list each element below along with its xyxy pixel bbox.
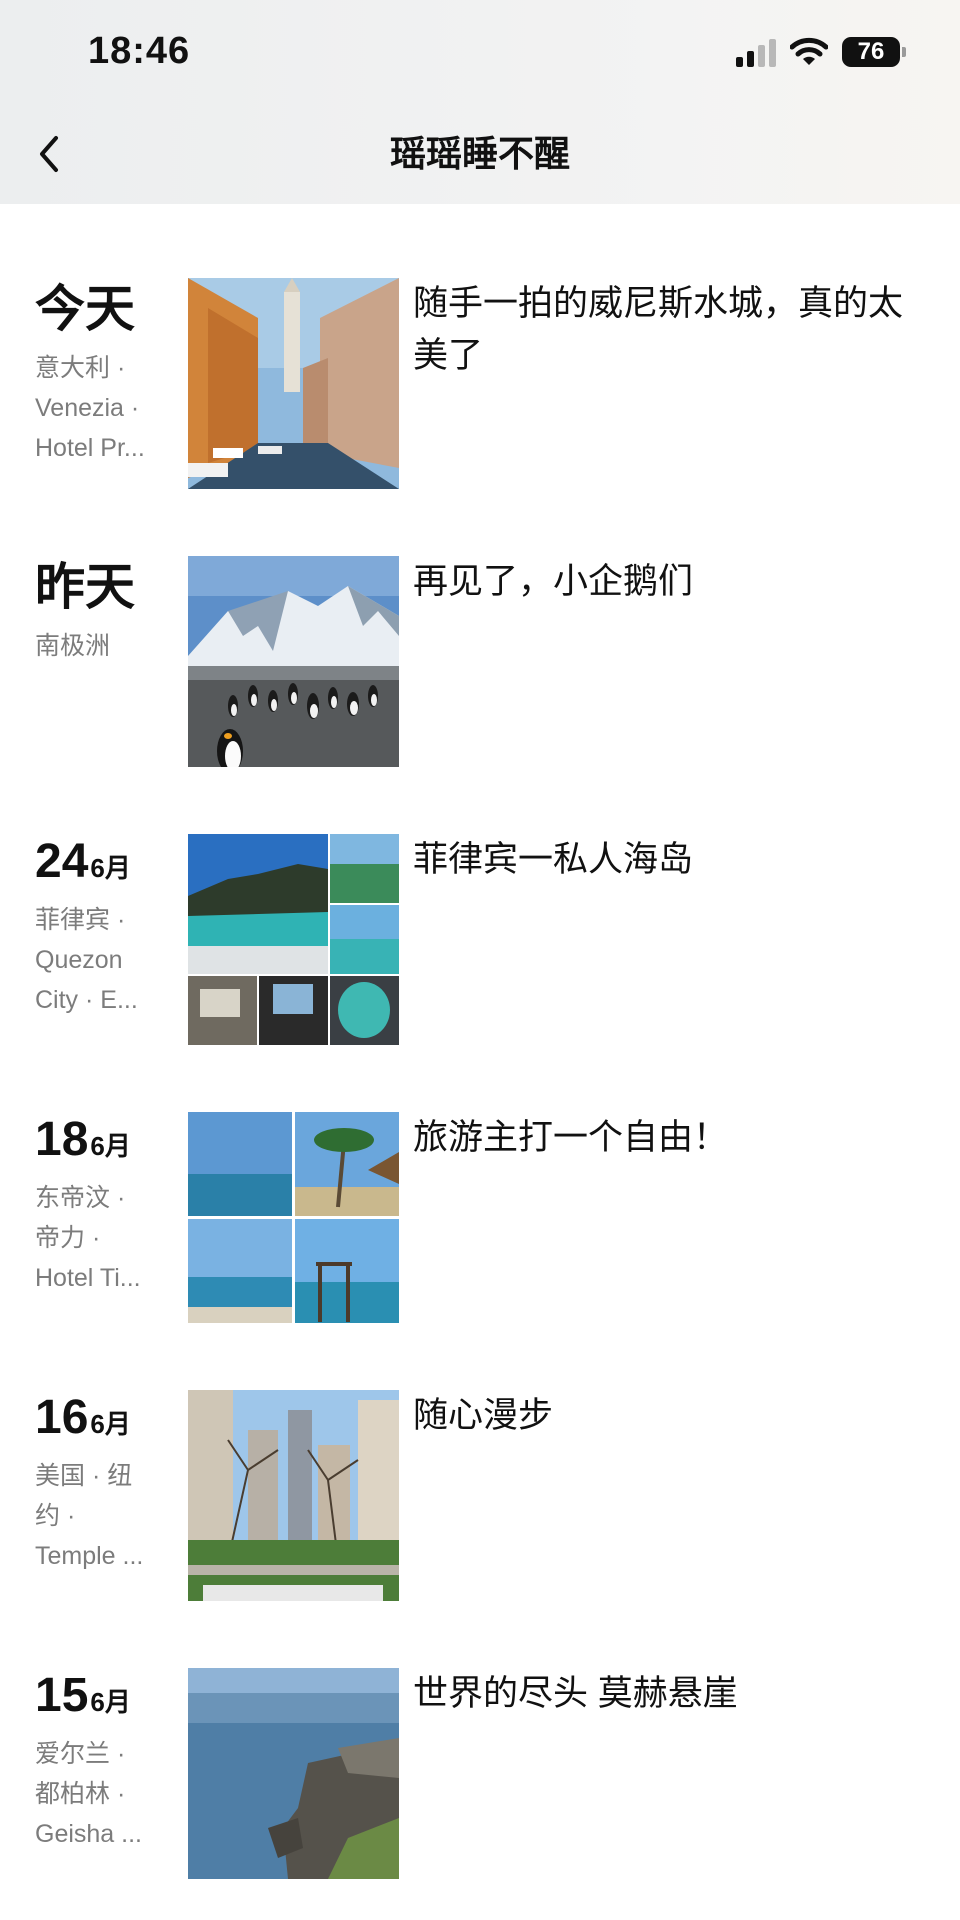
location-line: 美国 · 纽	[35, 1462, 133, 1490]
location-line: 菲律宾 ·	[35, 906, 126, 934]
date-day: 15	[35, 1669, 89, 1722]
moment-entry[interactable]: 昨天 南极洲 再见了，小企鹅们	[0, 556, 960, 768]
location-line: Quezon	[35, 946, 123, 974]
photo-grid[interactable]	[188, 834, 399, 1045]
entry-date: 今天	[35, 278, 135, 340]
entry-location: 东帝汶 · 帝力 · Hotel Ti...	[35, 1178, 171, 1298]
status-time: 18:46	[88, 30, 191, 72]
moment-entry[interactable]: 166月 美国 · 纽 约 · Temple ... 随心漫步	[0, 1390, 960, 1602]
date-day: 24	[35, 835, 89, 888]
entry-date: 156月	[35, 1668, 131, 1723]
entry-date: 246月	[35, 834, 131, 889]
cellular-signal-icon	[736, 37, 776, 67]
date-month: 6月	[90, 1409, 131, 1439]
entry-location: 菲律宾 · Quezon City · E...	[35, 900, 171, 1020]
moment-entry[interactable]: 今天 意大利 · Venezia · Hotel Pr... 随手一拍的威尼斯水…	[0, 278, 960, 490]
location-line: 东帝汶 ·	[35, 1184, 126, 1212]
location-line: 约 ·	[35, 1502, 76, 1530]
venice-canal-photo	[188, 278, 399, 489]
location-line: 爱尔兰 ·	[35, 1740, 126, 1768]
entry-date: 186月	[35, 1112, 131, 1167]
date-text: 昨天	[35, 559, 135, 615]
location-line: City · E...	[35, 986, 138, 1014]
entry-caption: 菲律宾一私人海岛	[413, 840, 694, 879]
location-line: 意大利 ·	[35, 354, 126, 382]
entry-caption: 世界的尽头 莫赫悬崖	[413, 1674, 738, 1713]
photo-grid[interactable]	[188, 1112, 399, 1323]
wifi-icon	[790, 37, 828, 65]
entry-caption: 再见了，小企鹅们	[413, 562, 694, 601]
location-line: Temple ...	[35, 1542, 144, 1570]
battery-icon: 76	[842, 37, 906, 67]
location-line: 都柏林 ·	[35, 1780, 126, 1808]
date-month: 6月	[90, 1131, 131, 1161]
entry-location: 爱尔兰 · 都柏林 · Geisha ...	[35, 1734, 171, 1854]
entry-location: 美国 · 纽 约 · Temple ...	[35, 1456, 171, 1576]
penguins-photo	[188, 556, 399, 767]
entry-caption: 旅游主打一个自由！	[413, 1118, 729, 1157]
date-month: 6月	[90, 1687, 131, 1717]
date-day: 18	[35, 1113, 89, 1166]
entry-location: 意大利 · Venezia · Hotel Pr...	[35, 348, 171, 468]
city-park-photo	[188, 1390, 399, 1601]
moment-entry[interactable]: 186月 东帝汶 · 帝力 · Hotel Ti... 旅游主打一个自由！	[0, 1112, 960, 1324]
entry-date: 166月	[35, 1390, 131, 1445]
top-bar: 18:46 76 瑶瑶睡不醒	[0, 0, 960, 204]
page-title: 瑶瑶睡不醒	[389, 133, 570, 174]
photo-thumbnail[interactable]	[188, 1390, 399, 1601]
date-day: 16	[35, 1391, 89, 1444]
location-line: 南极洲	[35, 632, 111, 660]
entry-caption: 随手一拍的威尼斯水城，真的太美了	[413, 284, 904, 375]
beach-photos	[188, 1112, 399, 1323]
moment-entry[interactable]: 246月 菲律宾 · Quezon City · E... 菲律宾一私人海岛	[0, 834, 960, 1046]
location-line: Hotel Ti...	[35, 1264, 141, 1292]
battery-level: 76	[857, 38, 885, 65]
location-line: Hotel Pr...	[35, 434, 145, 462]
date-month: 6月	[90, 853, 131, 883]
island-photos	[188, 834, 399, 1045]
moment-entry[interactable]: 156月 爱尔兰 · 都柏林 · Geisha ... 世界的尽头 莫赫悬崖	[0, 1668, 960, 1880]
photo-thumbnail[interactable]	[188, 1668, 399, 1879]
location-line: 帝力 ·	[35, 1224, 101, 1252]
entry-caption: 随心漫步	[413, 1396, 554, 1435]
photo-thumbnail[interactable]	[188, 556, 399, 767]
cliffs-photo	[188, 1668, 399, 1879]
location-line: Venezia ·	[35, 394, 140, 422]
entry-location: 南极洲	[35, 626, 171, 666]
status-icons: 76	[736, 34, 906, 70]
entry-date: 昨天	[35, 556, 135, 618]
location-line: Geisha ...	[35, 1820, 142, 1848]
date-text: 今天	[35, 281, 135, 337]
photo-thumbnail[interactable]	[188, 278, 399, 489]
